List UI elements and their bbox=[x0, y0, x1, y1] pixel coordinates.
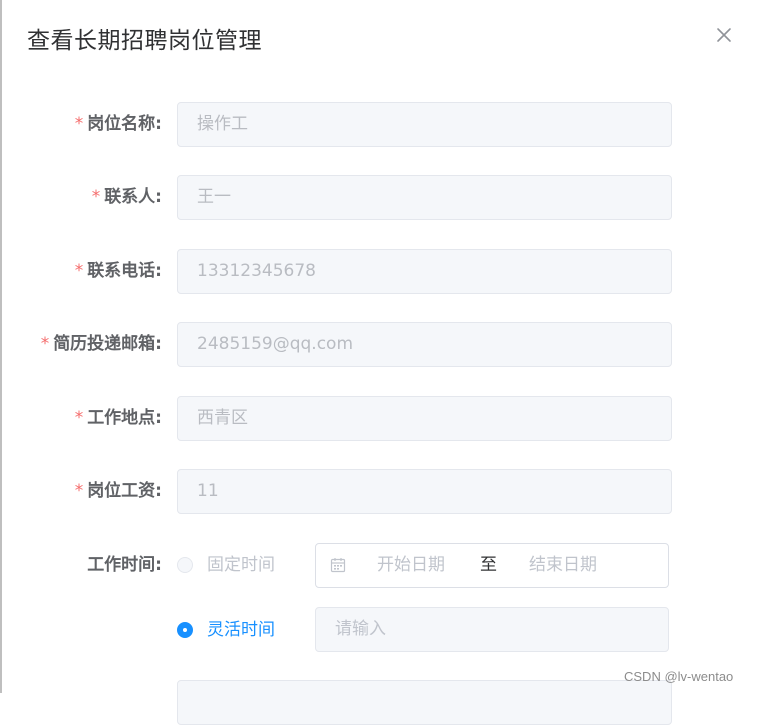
form-row-location: * 工作地点: 西青区 bbox=[0, 396, 757, 441]
form-row-contact: * 联系人: 王一 bbox=[0, 175, 757, 220]
location-label: * 工作地点: bbox=[74, 408, 162, 428]
fixed-time-radio[interactable] bbox=[177, 557, 193, 573]
location-input[interactable]: 西青区 bbox=[177, 396, 672, 441]
email-input[interactable]: 2485159@qq.com bbox=[177, 322, 672, 367]
phone-label: * 联系电话: bbox=[74, 261, 162, 281]
required-mark: * bbox=[74, 114, 84, 134]
required-mark: * bbox=[74, 408, 84, 428]
flexible-time-label[interactable]: 灵活时间 bbox=[207, 620, 275, 640]
position-name-label: * 岗位名称: bbox=[74, 114, 162, 134]
required-mark: * bbox=[74, 261, 84, 281]
fixed-time-label[interactable]: 固定时间 bbox=[207, 555, 275, 575]
contact-label: * 联系人: bbox=[91, 187, 162, 207]
start-date-input[interactable]: 开始日期 bbox=[377, 544, 445, 587]
form-row-salary: * 岗位工资: 11 bbox=[0, 469, 757, 514]
required-mark: * bbox=[40, 334, 50, 354]
form-row-email: * 简历投递邮箱: 2485159@qq.com bbox=[0, 322, 757, 367]
form-row-position-name: * 岗位名称: 操作工 bbox=[0, 102, 757, 147]
flexible-time-input[interactable]: 请输入 bbox=[315, 607, 669, 652]
close-icon[interactable] bbox=[714, 25, 734, 45]
contact-input[interactable]: 王一 bbox=[177, 175, 672, 220]
required-mark: * bbox=[74, 481, 84, 501]
flexible-time-radio[interactable] bbox=[177, 622, 193, 638]
date-range-picker[interactable]: 开始日期 至 结束日期 bbox=[315, 543, 669, 588]
email-label: * 简历投递邮箱: bbox=[40, 334, 162, 354]
salary-input[interactable]: 11 bbox=[177, 469, 672, 514]
work-time-label: 工作时间: bbox=[87, 555, 162, 575]
form-row-phone: * 联系电话: 13312345678 bbox=[0, 249, 757, 294]
next-field-input[interactable] bbox=[177, 680, 672, 725]
csdn-watermark: CSDN @lv-wentao bbox=[624, 669, 734, 684]
dialog-title: 查看长期招聘岗位管理 bbox=[27, 28, 262, 54]
phone-input[interactable]: 13312345678 bbox=[177, 249, 672, 294]
range-separator: 至 bbox=[480, 555, 497, 575]
calendar-icon bbox=[330, 557, 346, 577]
required-mark: * bbox=[91, 187, 101, 207]
end-date-input[interactable]: 结束日期 bbox=[529, 544, 597, 587]
salary-label: * 岗位工资: bbox=[74, 481, 162, 501]
position-name-input[interactable]: 操作工 bbox=[177, 102, 672, 147]
